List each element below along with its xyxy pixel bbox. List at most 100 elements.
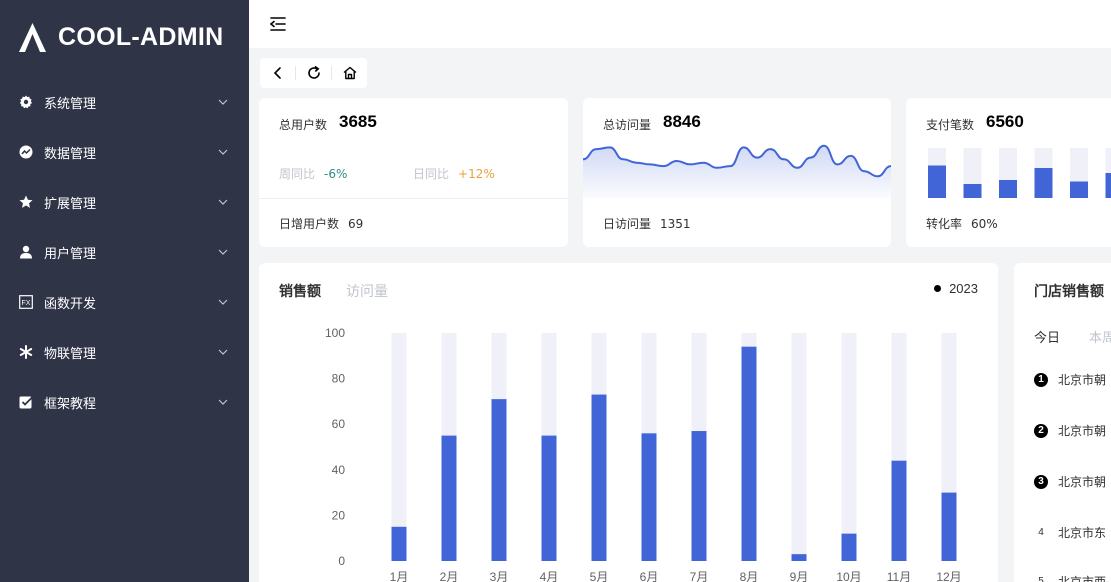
- sidebar-item-label: 物联管理: [44, 346, 97, 362]
- sidebar-item-extension[interactable]: 扩展管理: [0, 177, 249, 227]
- sidebar-item-data[interactable]: 数据管理: [0, 127, 249, 177]
- sidebar-item-user[interactable]: 用户管理: [0, 227, 249, 277]
- gear-icon: [19, 95, 33, 109]
- chevron-down-icon: [218, 399, 228, 405]
- y-tick-label: 0: [338, 554, 345, 568]
- store-ranking-card: 门店销售额 今日 本周 1 北京市朝 2 北京市朝 3 北京市朝 4 北京市东 …: [1014, 263, 1111, 582]
- week-compare-label: 周同比: [279, 167, 316, 181]
- ranking-item: 1 北京市朝: [1034, 371, 1106, 388]
- tab-visits[interactable]: 访问量: [346, 281, 388, 301]
- chevron-left-icon: [273, 67, 281, 79]
- sidebar-item-tutorial[interactable]: 框架教程: [0, 377, 249, 427]
- mini-bar: [1105, 173, 1111, 198]
- bar-track: [391, 333, 407, 561]
- day-compare-value: +12%: [458, 167, 495, 181]
- x-tick-label: 12月: [936, 570, 961, 582]
- bar-track: [791, 333, 807, 561]
- bar[interactable]: [841, 533, 857, 561]
- brand-name: COOL-ADMIN: [58, 23, 224, 51]
- chart-legend[interactable]: 2023: [934, 281, 978, 296]
- sidebar-item-label: 用户管理: [44, 246, 97, 262]
- logo-icon: [19, 23, 46, 52]
- sidebar-item-system[interactable]: 系统管理: [0, 77, 249, 127]
- sales-chart-card: 销售额 访问量 2023 0 20 40 60 80 100 1月 2月 3月 4月 5月 6月 7月 8…: [259, 263, 998, 582]
- bar-track: [841, 333, 857, 561]
- back-button[interactable]: [260, 58, 295, 88]
- sidebar-menu: 系统管理 数据管理 扩展管理 用户管理 FX 函数开发 物联管理 框架教程: [0, 77, 249, 427]
- legend-label: 2023: [949, 281, 978, 296]
- bar[interactable]: [691, 431, 707, 561]
- chevron-down-icon: [218, 349, 228, 355]
- bar[interactable]: [591, 394, 607, 561]
- menu-collapse-icon[interactable]: [269, 15, 287, 33]
- ranking-item: 5 北京市西: [1034, 573, 1106, 582]
- chevron-down-icon: [218, 249, 228, 255]
- x-tick-label: 8月: [740, 570, 759, 582]
- bar[interactable]: [391, 526, 407, 561]
- legend-dot: [934, 285, 942, 292]
- brand-logo[interactable]: COOL-ADMIN: [18, 22, 223, 53]
- stat-card-users: 总用户数 3685 周同比 -6% 日同比 +12% 日增用户数 69: [259, 98, 568, 247]
- mini-bar: [999, 180, 1017, 198]
- rank-store-name: 北京市朝: [1058, 373, 1107, 387]
- tab-week[interactable]: 本周: [1089, 327, 1111, 346]
- footer-value: 1351: [660, 217, 691, 231]
- bar[interactable]: [641, 433, 657, 561]
- sidebar-item-function[interactable]: FX 函数开发: [0, 277, 249, 327]
- rank-store-name: 北京市朝: [1058, 424, 1107, 438]
- x-tick-label: 4月: [540, 570, 559, 582]
- sidebar-item-label: 函数开发: [44, 296, 97, 312]
- bar[interactable]: [741, 346, 757, 561]
- y-tick-label: 20: [332, 508, 346, 522]
- week-compare: 周同比 -6%: [279, 165, 347, 182]
- ranking-item: 3 北京市朝: [1034, 473, 1106, 490]
- stat-footer: 日增用户数 69: [279, 215, 363, 232]
- x-tick-label: 11月: [887, 570, 911, 582]
- sidebar: COOL-ADMIN 系统管理 数据管理 扩展管理 用户管理 FX 函数开发 物…: [0, 0, 249, 582]
- sparkline-area: [583, 145, 891, 198]
- sales-bar-chart: 0 20 40 60 80 100 1月 2月 3月 4月 5月 6月 7月 8月 9月 10月 11月 12月: [325, 326, 962, 582]
- bar[interactable]: [541, 435, 557, 561]
- svg-text:FX: FX: [22, 300, 31, 307]
- y-tick-label: 100: [325, 326, 345, 340]
- rank-number: 4: [1038, 527, 1044, 538]
- tab-today[interactable]: 今日: [1034, 327, 1060, 346]
- x-tick-label: 7月: [690, 570, 709, 582]
- y-tick-label: 80: [332, 372, 346, 386]
- rank-number: 1: [1034, 372, 1048, 387]
- y-tick-label: 60: [332, 417, 346, 431]
- refresh-button[interactable]: [296, 58, 331, 88]
- bar[interactable]: [491, 399, 507, 561]
- user-icon: [19, 245, 33, 259]
- visits-sparkline: [583, 144, 891, 198]
- stat-footer: 转化率 60%: [926, 215, 998, 232]
- tab-sales[interactable]: 销售额: [279, 281, 321, 301]
- footer-label: 转化率: [926, 217, 963, 231]
- bar[interactable]: [941, 492, 957, 561]
- x-tick-label: 9月: [790, 570, 809, 582]
- footer-label: 日增用户数: [279, 217, 340, 231]
- trend-icon: [19, 145, 33, 159]
- star-icon: [19, 195, 33, 209]
- bar[interactable]: [441, 435, 457, 561]
- chevron-down-icon: [218, 99, 228, 105]
- mini-bar: [1034, 168, 1053, 198]
- payments-mini-bars: [928, 148, 1111, 198]
- bar[interactable]: [891, 460, 907, 561]
- sidebar-item-label: 框架教程: [44, 396, 97, 412]
- rank-number: 5: [1038, 576, 1044, 582]
- sidebar-item-label: 系统管理: [44, 96, 97, 112]
- refresh-icon: [307, 66, 320, 79]
- chevron-down-icon: [218, 149, 228, 155]
- ranking-item: 2 北京市朝: [1034, 422, 1106, 439]
- function-icon: FX: [19, 295, 33, 309]
- day-compare: 日同比 +12%: [413, 165, 495, 182]
- mini-bar: [963, 184, 982, 198]
- rank-store-name: 北京市东: [1058, 526, 1107, 540]
- rank-number: 3: [1034, 474, 1048, 489]
- sidebar-item-iot[interactable]: 物联管理: [0, 327, 249, 377]
- stat-title: 总用户数: [279, 118, 328, 132]
- bar[interactable]: [791, 554, 807, 561]
- home-button[interactable]: [332, 58, 367, 88]
- x-tick-label: 5月: [590, 570, 609, 582]
